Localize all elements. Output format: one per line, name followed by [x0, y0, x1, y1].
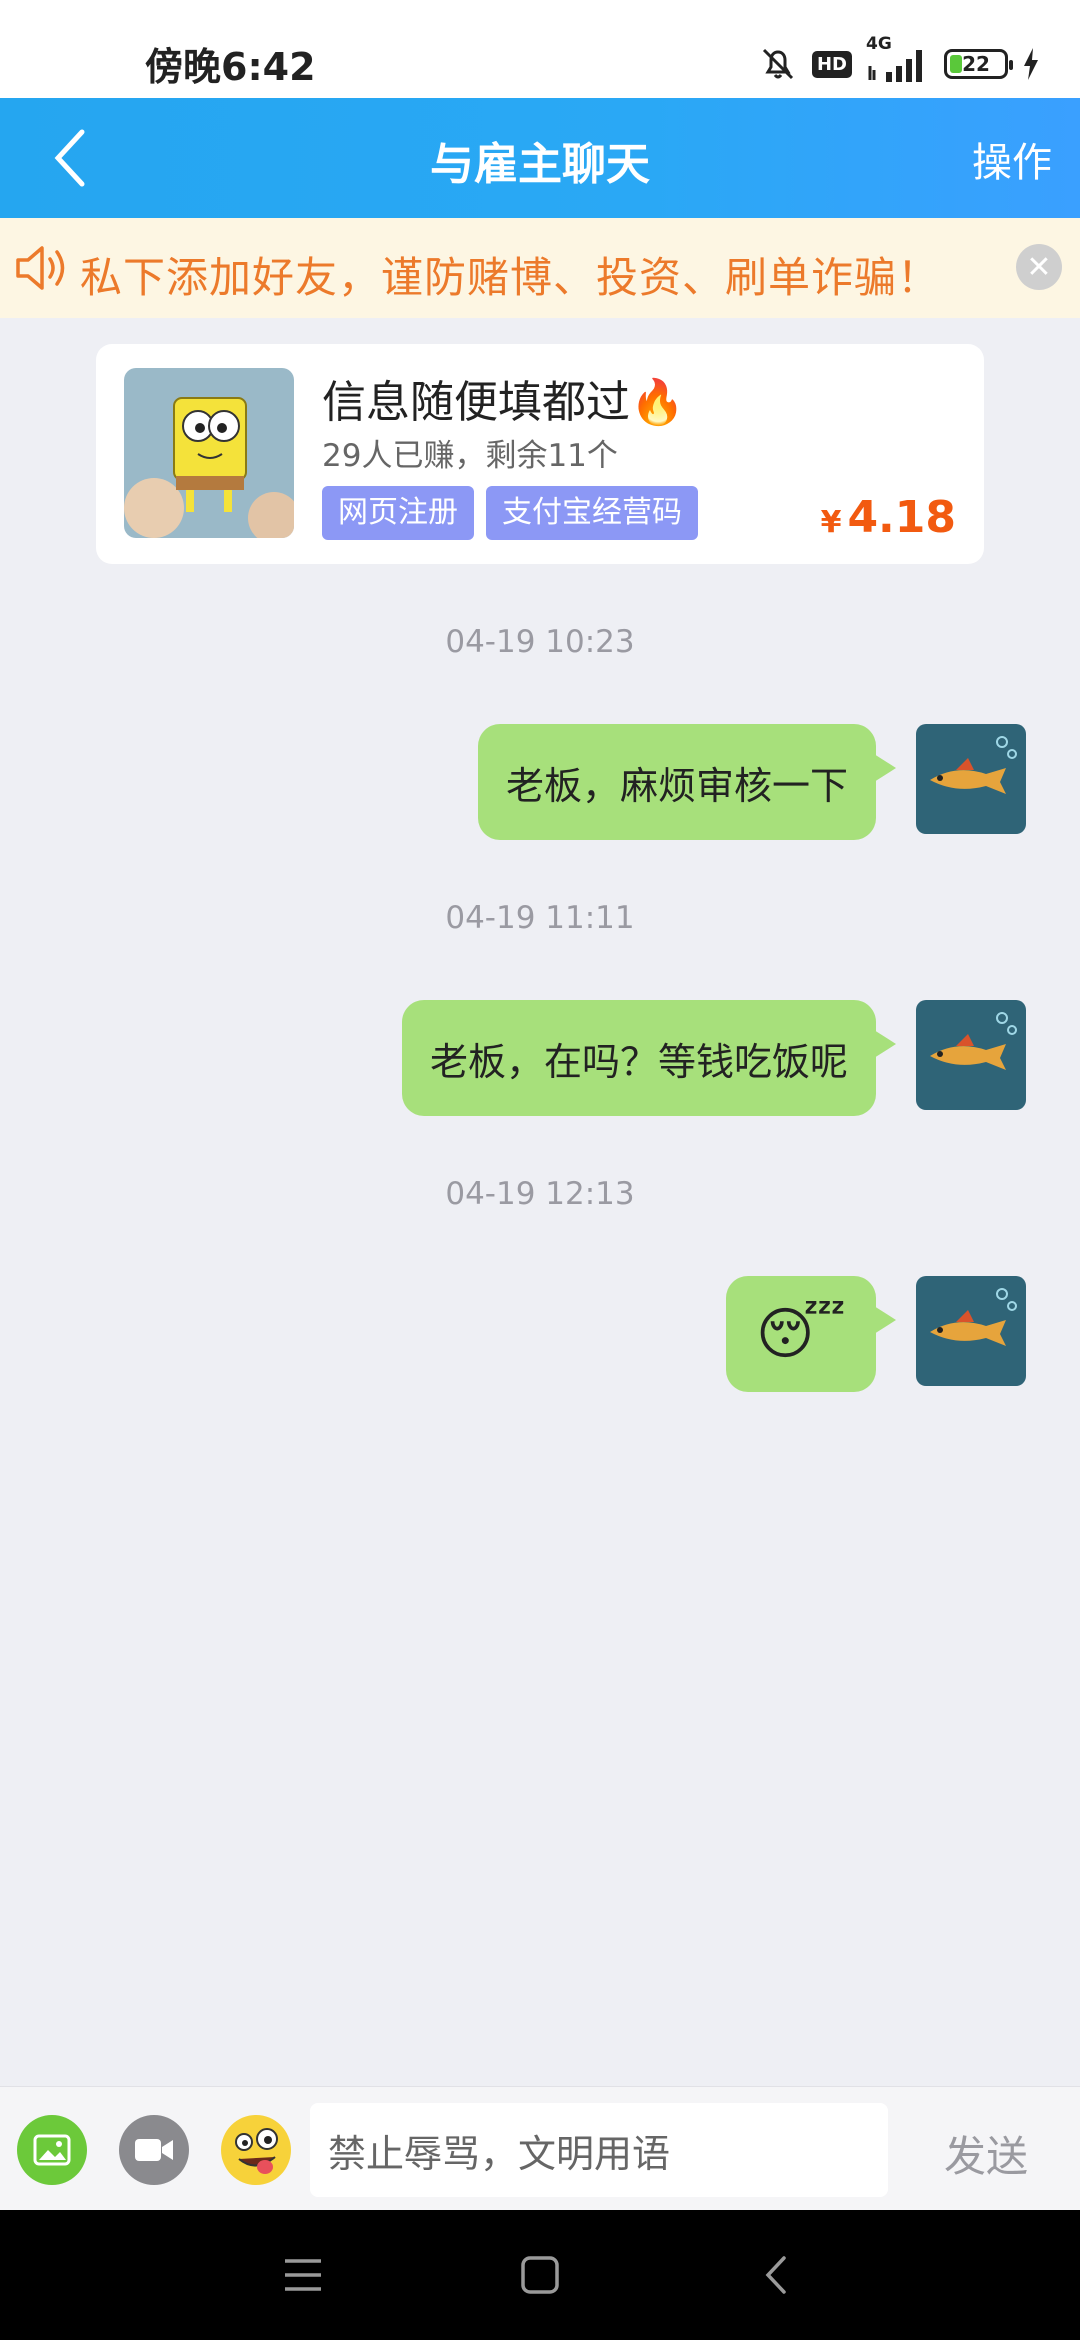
sleeping-emoji-message[interactable]: 😴: [726, 1276, 896, 1392]
currency-symbol: ¥: [820, 505, 842, 540]
status-time: 傍晚6:42: [145, 45, 316, 89]
chevron-left-icon: [54, 129, 85, 187]
message-timestamp: 04-19 10:23: [445, 624, 635, 660]
battery-icon: 22: [944, 49, 1013, 79]
task-price: ¥4.18: [821, 492, 956, 543]
price-value: 4.18: [847, 492, 956, 543]
send-button[interactable]: 发送: [944, 2123, 1028, 2184]
task-card[interactable]: 信息随便填都过🔥 29人已赚，剩余11个 网页注册 支付宝经营码 ¥4.18: [96, 344, 984, 564]
tag-alipay-merchant: 支付宝经营码: [486, 486, 698, 540]
close-icon[interactable]: ✕: [1016, 244, 1062, 290]
page-title: 与雇主聊天: [430, 139, 650, 190]
message-input[interactable]: 禁止辱骂，文明用语: [310, 2103, 888, 2197]
signal-icon: 4G: [866, 36, 930, 84]
task-title: 信息随便填都过🔥: [322, 377, 685, 428]
charging-icon: [1022, 48, 1040, 80]
battery-fill: [950, 55, 962, 73]
status-bar: 傍晚6:42 HD 4G 22: [0, 0, 1080, 98]
back-button[interactable]: [36, 124, 104, 192]
network-label: 4G: [866, 34, 892, 54]
menu-icon[interactable]: [278, 2250, 328, 2300]
home-icon[interactable]: [515, 2250, 565, 2300]
action-button[interactable]: 操作: [972, 130, 1052, 188]
message-row: 老板，在吗？等钱吃饭呢: [401, 1000, 1026, 1116]
emoji-button[interactable]: [221, 2115, 291, 2185]
image-icon: [33, 2134, 71, 2166]
avatar[interactable]: [916, 1000, 1026, 1110]
emoji-icon: [222, 2116, 290, 2184]
image-button[interactable]: [17, 2115, 87, 2185]
message-row: 😴: [726, 1276, 1026, 1392]
hd-badge: HD: [811, 50, 852, 78]
task-subtitle: 29人已赚，剩余11个: [322, 438, 618, 474]
message-timestamp: 04-19 12:13: [445, 1176, 635, 1212]
task-thumbnail: [124, 368, 294, 538]
back-nav-icon[interactable]: [752, 2250, 802, 2300]
warning-text: 私下添加好友，谨防赌博、投资、刷单诈骗！: [80, 253, 941, 302]
warning-banner: 私下添加好友，谨防赌博、投资、刷单诈骗！ ✕: [0, 218, 1080, 318]
app-header: 与雇主聊天 操作: [0, 98, 1080, 218]
tag-web-register: 网页注册: [322, 486, 474, 540]
speaker-icon: [14, 242, 72, 298]
input-bar: 禁止辱骂，文明用语 发送: [0, 2086, 1080, 2210]
status-icons: HD 4G 22: [758, 36, 1040, 84]
avatar[interactable]: [916, 724, 1026, 834]
message-bubble[interactable]: 老板，麻烦审核一下: [477, 724, 897, 840]
task-tags: 网页注册 支付宝经营码: [322, 486, 698, 540]
video-camera-icon: [135, 2139, 173, 2161]
system-nav-bar: [0, 2210, 1080, 2340]
battery-level: 22: [962, 52, 990, 76]
video-button[interactable]: [119, 2115, 189, 2185]
message-bubble[interactable]: 老板，在吗？等钱吃饭呢: [401, 1000, 897, 1116]
message-timestamp: 04-19 11:11: [445, 900, 635, 936]
bell-muted-icon: [758, 44, 798, 84]
message-row: 老板，麻烦审核一下: [477, 724, 1026, 840]
avatar[interactable]: [916, 1276, 1026, 1386]
